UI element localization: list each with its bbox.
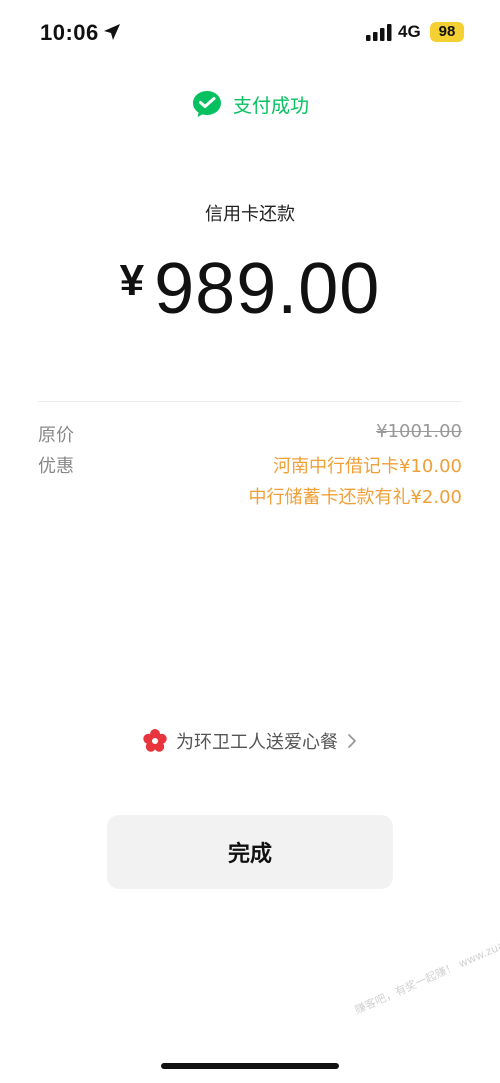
payment-title: 信用卡还款 <box>205 204 295 225</box>
red-flower-icon <box>143 729 167 752</box>
home-indicator[interactable] <box>161 1063 339 1069</box>
watermark: 赚客吧，有奖一起赚！ www.zuanke8.com <box>352 916 500 1017</box>
charity-text: 为环卫工人送爱心餐 <box>176 732 338 753</box>
chevron-right-icon <box>348 734 356 748</box>
currency-symbol: ¥ <box>119 256 145 305</box>
network-type: 4G <box>398 22 421 41</box>
discount-item: 河南中行借记卡¥10.00 <box>273 456 462 477</box>
signal-bars-icon <box>366 24 392 41</box>
amount-value: 989.00 <box>154 249 381 329</box>
discount-label: 优惠 <box>38 456 74 477</box>
payment-amount: ¥989.00 <box>0 248 500 330</box>
charity-link[interactable]: 为环卫工人送爱心餐 <box>142 728 358 754</box>
charity-link-row: 为环卫工人送爱心餐 <box>0 728 500 758</box>
payment-success-header: 支付成功 <box>0 88 500 122</box>
done-button[interactable]: 完成 <box>107 815 393 889</box>
status-bar: 10:06 4G 98 <box>0 0 500 66</box>
wechat-pay-check-icon <box>192 91 221 117</box>
discount-item: 中行储蓄卡还款有礼¥2.00 <box>248 487 462 508</box>
original-price-label: 原价 <box>38 425 74 446</box>
battery-indicator: 98 <box>430 22 464 42</box>
divider <box>38 401 462 402</box>
payment-success-text: 支付成功 <box>232 94 309 117</box>
original-price-value: ¥1001.00 <box>376 421 462 442</box>
status-time: 10:06 <box>40 20 99 45</box>
location-arrow-icon <box>104 24 120 40</box>
